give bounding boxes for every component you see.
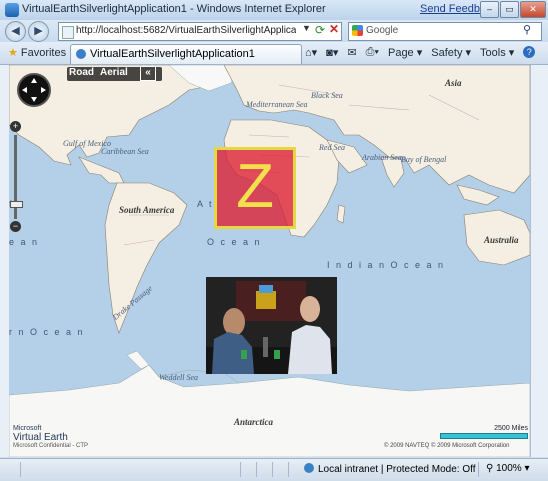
window-title: VirtualEarthSilverlightApplication1 - Wi… <box>22 3 326 15</box>
zoom-out-icon[interactable]: − <box>10 221 21 232</box>
ie-icon <box>5 3 19 17</box>
map-mode-bar: Road Aerial « <box>67 66 162 81</box>
zone-label: Local intranet | Protected Mode: Off <box>318 464 476 475</box>
aerial-mode-button[interactable]: Aerial <box>100 67 128 78</box>
maximize-button[interactable]: ▭ <box>500 1 519 18</box>
status-bar: Local intranet | Protected Mode: Off ⚲ 1… <box>0 458 548 481</box>
world-map <box>9 65 530 457</box>
help-icon[interactable]: ? <box>523 46 536 58</box>
map-viewport[interactable]: Mediterranean Sea Black Sea Asia Gulf of… <box>9 65 530 457</box>
title-bar: VirtualEarthSilverlightApplication1 - Wi… <box>0 0 548 21</box>
label-black-sea: Black Sea <box>311 91 343 100</box>
label-indian-ocean: I n d i a n O c e a n <box>327 260 446 270</box>
scale-label: 2500 Miles <box>494 425 528 432</box>
google-icon <box>352 25 363 36</box>
collapse-icon[interactable]: « <box>140 66 156 81</box>
video-overlay[interactable] <box>206 277 337 374</box>
address-dropdown-icon[interactable]: ▼ <box>302 23 311 33</box>
mail-icon[interactable]: ✉ <box>347 46 356 59</box>
road-mode-button[interactable]: Road <box>69 67 94 78</box>
globe-icon <box>304 463 314 473</box>
z-overlay-letter: Z <box>236 152 274 221</box>
virtual-earth-logo: Microsoft Virtual Earth Microsoft Confid… <box>13 425 88 449</box>
zoom-level[interactable]: ⚲ 100% ▾ <box>486 463 530 474</box>
status-divider <box>272 462 273 477</box>
label-red-sea: Red Sea <box>319 143 345 152</box>
tools-menu[interactable]: Tools ▾ <box>480 46 514 59</box>
label-asia: Asia <box>445 78 462 88</box>
home-icon[interactable]: ⌂▾ <box>305 46 317 59</box>
star-icon: ★ <box>8 47 18 59</box>
status-divider <box>288 462 289 477</box>
scale-bar <box>440 433 528 439</box>
window-frame-right <box>530 65 548 457</box>
status-divider <box>20 462 21 477</box>
favorites-label: Favorites <box>20 47 67 59</box>
back-button[interactable]: ◀ <box>5 21 26 42</box>
tab-label: VirtualEarthSilverlightApplication1 <box>90 48 255 60</box>
favorites-button[interactable]: ★ Favorites <box>8 46 66 59</box>
feeds-icon[interactable]: ◙▾ <box>326 46 338 59</box>
safety-menu[interactable]: Safety ▾ <box>431 46 471 59</box>
address-bar[interactable]: http://localhost:5682/VirtualEarthSilver… <box>58 22 342 41</box>
label-caribbean-sea: Caribbean Sea <box>101 147 149 156</box>
active-tab[interactable]: VirtualEarthSilverlightApplication1 <box>70 44 302 64</box>
brand-microsoft: Microsoft <box>13 425 42 432</box>
search-box[interactable]: Google ⚲ <box>348 22 542 41</box>
map-copyright: © 2009 NAVTEQ © 2009 Microsoft Corporati… <box>384 443 510 449</box>
zoom-in-icon[interactable]: + <box>10 121 21 132</box>
address-url[interactable]: http://localhost:5682/VirtualEarthSilver… <box>76 25 296 36</box>
label-mediterranean-sea: Mediterranean Sea <box>246 100 308 109</box>
page-icon <box>62 26 74 39</box>
label-atlantic-partial: A t <box>197 199 214 209</box>
brand-note: Microsoft Confidential - CTP <box>13 443 89 449</box>
stop-icon[interactable]: ✕ <box>329 22 339 36</box>
tab-page-icon <box>76 49 86 59</box>
zoom-value: 100% <box>496 463 522 474</box>
zoom-control[interactable]: + − <box>10 121 23 233</box>
close-button[interactable]: ✕ <box>520 1 546 18</box>
label-southern-ocean-partial: r n O c e a n <box>9 327 85 337</box>
back-arrow-icon: ◀ <box>11 25 20 37</box>
forward-button[interactable]: ▶ <box>28 21 49 42</box>
brand-virtual-earth: Virtual Earth <box>13 432 68 443</box>
print-icon[interactable]: ⎙▾ <box>366 46 379 59</box>
label-weddell-sea: Weddell Sea <box>159 373 199 382</box>
label-australia: Australia <box>484 235 519 245</box>
forward-arrow-icon: ▶ <box>34 25 43 37</box>
pan-control[interactable] <box>17 73 51 107</box>
label-antarctica: Antarctica <box>234 417 274 427</box>
label-south-america: South America <box>119 205 175 215</box>
tab-row: ★ Favorites VirtualEarthSilverlightApplic… <box>0 42 548 65</box>
z-overlay-box[interactable]: Z <box>214 147 296 229</box>
search-icon[interactable]: ⚲ <box>523 23 531 36</box>
search-placeholder[interactable]: Google <box>366 25 398 36</box>
status-divider <box>478 462 479 477</box>
pan-arrows-icon <box>22 78 46 102</box>
label-arabian-sea: Arabian Sea <box>362 153 402 162</box>
video-frame <box>206 277 337 374</box>
refresh-icon[interactable]: ⟳ <box>315 23 325 37</box>
map-scale: 2500 Miles <box>440 425 528 439</box>
status-divider <box>240 462 241 477</box>
label-bay-of-bengal: Bay of Bengal <box>401 155 447 164</box>
zoom-magnifier-icon: ⚲ <box>486 463 497 474</box>
label-ocean-mid: O c e a n <box>207 237 262 247</box>
label-pacific-ocean-partial: e a n <box>9 237 40 247</box>
status-divider <box>256 462 257 477</box>
page-menu[interactable]: Page ▾ <box>388 46 422 59</box>
minimize-button[interactable]: – <box>480 1 499 18</box>
zoom-slider-handle[interactable] <box>10 201 23 208</box>
security-zone[interactable]: Local intranet | Protected Mode: Off <box>304 463 476 475</box>
address-row: ◀ ▶ http://localhost:5682/VirtualEarthSi… <box>0 20 548 42</box>
